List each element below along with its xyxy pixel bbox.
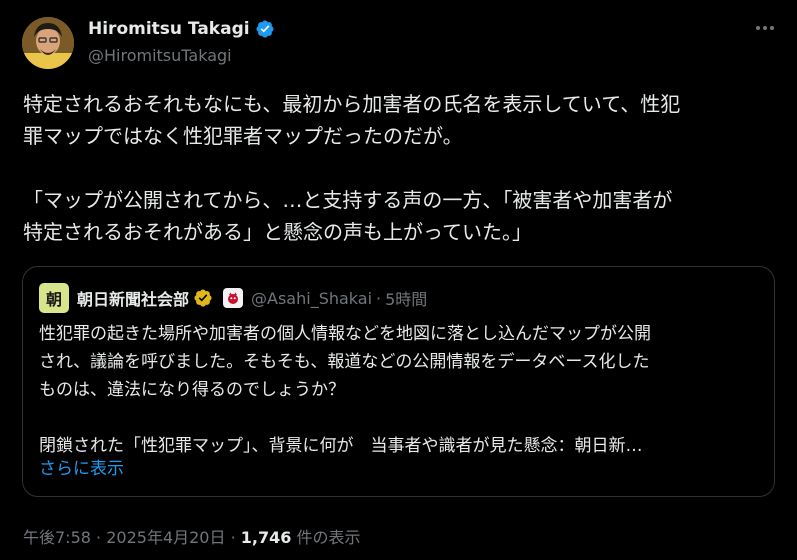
affiliate-badge-icon bbox=[223, 288, 244, 308]
show-more-link[interactable]: さらに表示 bbox=[39, 456, 124, 482]
meta-separator: · bbox=[96, 528, 102, 547]
quoted-tweet-text: 性犯罪の起きた場所や加害者の個人情報などを地図に落とし込んだマップが公開 され、… bbox=[39, 324, 651, 456]
more-dot bbox=[756, 26, 760, 30]
tweet-date[interactable]: 2025年4月20日 bbox=[106, 528, 225, 547]
more-options-icon[interactable] bbox=[752, 18, 778, 38]
author-handle[interactable]: @HiromitsuTakagi bbox=[88, 46, 232, 65]
quoted-tweet[interactable]: 朝 朝日新聞社会部 @Asahi_Shakai · 5時間 性犯罪の起きた場所や… bbox=[22, 266, 775, 497]
quoted-separator: · bbox=[376, 288, 382, 308]
quoted-author-name: 朝日新聞社会部 bbox=[77, 290, 190, 309]
author-avatar[interactable] bbox=[22, 17, 74, 69]
quoted-author-avatar: 朝 bbox=[39, 283, 69, 313]
author-name-row: Hiromitsu Takagi bbox=[88, 17, 275, 41]
more-dot bbox=[763, 26, 767, 30]
tweet-text: 特定されるおそれもなにも、最初から加害者の氏名を表示していて、性犯 罪マップでは… bbox=[23, 92, 681, 244]
quoted-author-handle: @Asahi_Shakai bbox=[251, 288, 373, 308]
more-dot bbox=[770, 26, 774, 30]
tweet-time[interactable]: 午後7:58 bbox=[23, 528, 91, 547]
tweet-meta: 午後7:58 · 2025年4月20日 · 1,746 件の表示 bbox=[23, 524, 360, 548]
verified-badge-icon[interactable] bbox=[255, 19, 275, 39]
views-label: 件の表示 bbox=[296, 528, 361, 547]
quoted-tweet-header: 朝 朝日新聞社会部 @Asahi_Shakai · 5時間 bbox=[39, 283, 428, 313]
quoted-timestamp: 5時間 bbox=[385, 290, 428, 309]
author-name[interactable]: Hiromitsu Takagi bbox=[88, 19, 250, 39]
meta-separator: · bbox=[230, 528, 236, 547]
views-count[interactable]: 1,746 bbox=[241, 528, 292, 547]
gold-verified-badge-icon bbox=[193, 288, 213, 308]
